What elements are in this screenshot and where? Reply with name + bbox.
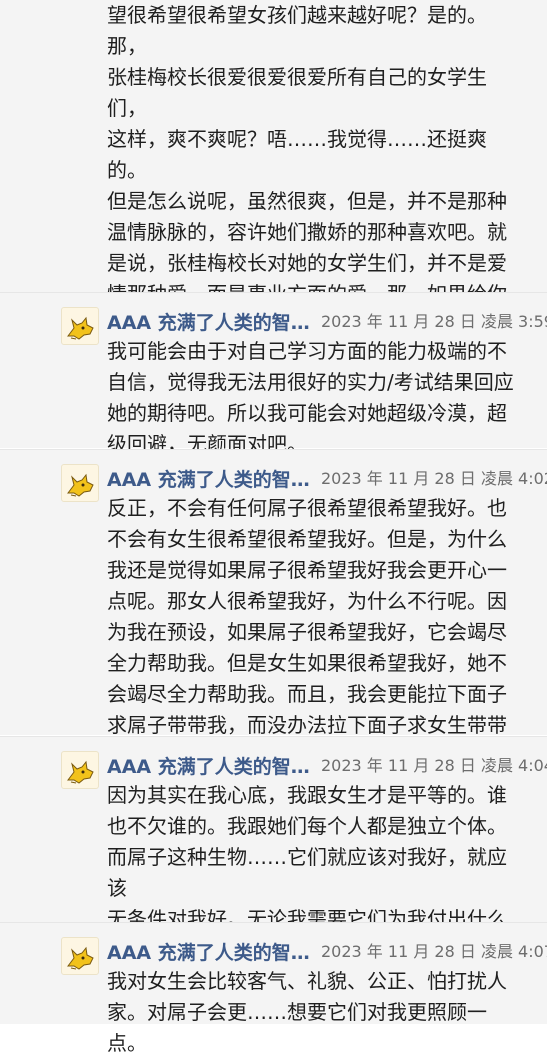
message-text: 我对女生会比较客气、礼貌、公正、怕打扰人 家。对屌子会更……想要它们对我更照顾一… <box>107 969 507 1055</box>
sender-name[interactable]: AAA 充满了人类的智… <box>107 308 310 335</box>
yellow-cat-avatar-icon[interactable] <box>61 937 99 975</box>
message-item[interactable]: AAA 充满了人类的智… 2023 年 11 月 28 日 凌晨 4:07 我对… <box>0 922 547 1055</box>
message-item[interactable]: AAA 充满了人类的智… 2023 年 11 月 28 日 凌晨 4:02 反正… <box>0 449 547 768</box>
chat-log: 望很希望很希望女孩们越来越好呢？是的。那， 张桂梅校长很爱很爱很爱所有自己的女学… <box>0 0 547 1055</box>
sender-name[interactable]: AAA 充满了人类的智… <box>107 752 310 779</box>
yellow-cat-avatar-icon[interactable] <box>61 307 99 345</box>
sender-name[interactable]: AAA 充满了人类的智… <box>107 938 310 965</box>
message-timestamp: 2023 年 11 月 28 日 凌晨 4:07 <box>321 942 547 961</box>
message-timestamp: 2023 年 11 月 28 日 凌晨 4:02 <box>321 469 547 488</box>
yellow-cat-avatar-icon[interactable] <box>61 464 99 502</box>
message-item[interactable]: AAA 充满了人类的智… 2023 年 11 月 28 日 凌晨 3:59 我可… <box>0 292 547 456</box>
continued-message: 望很希望很希望女孩们越来越好呢？是的。那， 张桂梅校长很爱很爱很爱所有自己的女学… <box>0 0 547 430</box>
yellow-cat-avatar-icon[interactable] <box>61 751 99 789</box>
message-text: 反正，不会有任何屌子很希望很希望我好。也 不会有女生很希望很希望我好。但是，为什… <box>107 496 507 768</box>
message-timestamp: 2023 年 11 月 28 日 凌晨 4:04 <box>321 756 547 775</box>
message-timestamp: 2023 年 11 月 28 日 凌晨 3:59 <box>321 312 547 331</box>
message-text: 我可能会由于对自己学习方面的能力极端的不 自信，觉得我无法用很好的实力/考试结果… <box>107 339 514 456</box>
sender-name[interactable]: AAA 充满了人类的智… <box>107 465 310 492</box>
message-item[interactable]: AAA 充满了人类的智… 2023 年 11 月 28 日 凌晨 4:04 因为… <box>0 736 547 962</box>
